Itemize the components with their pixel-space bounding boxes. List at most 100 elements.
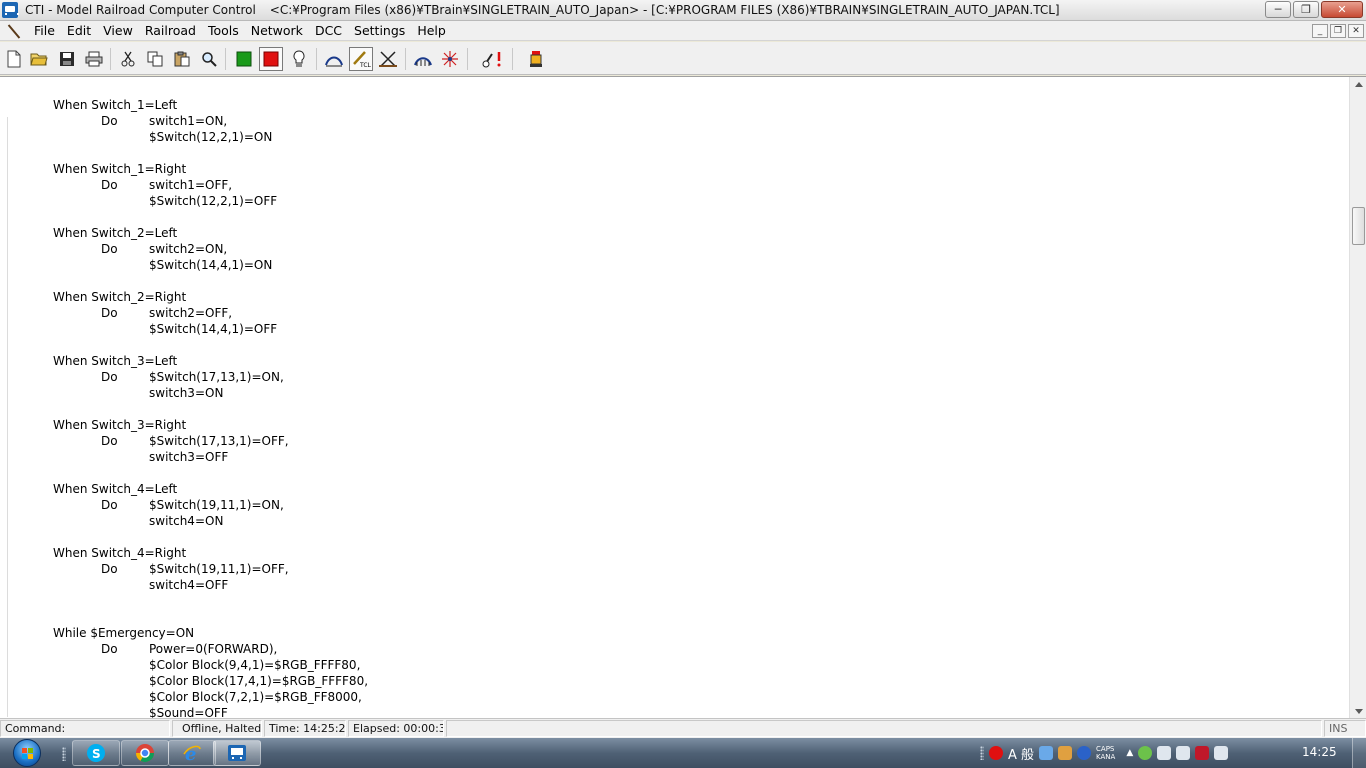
- toolbar-separator: [405, 48, 406, 70]
- switch-alert-icon[interactable]: [480, 47, 504, 71]
- mdi-restore-button[interactable]: ❐: [1330, 24, 1346, 38]
- code-line: When Switch_4=Left: [53, 481, 1333, 497]
- code-line: Do switch1=OFF,: [53, 177, 1333, 193]
- menu-bar: File Edit View Railroad Tools Network DC…: [0, 21, 1366, 41]
- title-bar: CTI - Model Railroad Computer Control <C…: [0, 0, 1366, 21]
- code-line: When Switch_1=Left: [53, 97, 1333, 113]
- volume-muted-icon[interactable]: [1176, 746, 1191, 760]
- lamp-icon[interactable]: [524, 47, 548, 71]
- code-line: Do Power=0(FORWARD),: [53, 641, 1333, 657]
- vertical-scrollbar[interactable]: [1349, 77, 1366, 718]
- menu-edit[interactable]: Edit: [61, 23, 97, 38]
- toolbar-separator: [225, 48, 226, 70]
- show-desktop-button[interactable]: [1352, 738, 1366, 768]
- help-icon[interactable]: [1077, 746, 1092, 760]
- taskbar-chrome[interactable]: [121, 740, 169, 766]
- track-icon[interactable]: [322, 47, 346, 71]
- menu-view[interactable]: View: [97, 23, 139, 38]
- scroll-down-icon[interactable]: [1355, 709, 1363, 714]
- shield-icon[interactable]: [1195, 746, 1210, 760]
- status-empty-pane: [446, 720, 1322, 737]
- code-line: Do $Switch(19,11,1)=ON,: [53, 497, 1333, 513]
- menu-tools[interactable]: Tools: [202, 23, 245, 38]
- code-statement: When Switch_2=Left: [53, 226, 178, 240]
- print-icon[interactable]: [82, 47, 106, 71]
- open-folder-icon[interactable]: [27, 47, 51, 71]
- stop-red-icon[interactable]: [259, 47, 283, 71]
- save-icon[interactable]: [55, 47, 79, 71]
- taskbar-clock[interactable]: 14:25: [1302, 745, 1337, 759]
- paste-icon[interactable]: [170, 47, 194, 71]
- spark-icon[interactable]: [438, 47, 462, 71]
- code-action: switch3=OFF: [149, 450, 229, 464]
- usb-device-icon[interactable]: [1214, 746, 1229, 760]
- menu-network[interactable]: Network: [245, 23, 309, 38]
- code-statement: When Switch_3=Right: [53, 418, 187, 432]
- find-icon[interactable]: [197, 47, 221, 71]
- train-app-icon[interactable]: [2, 2, 19, 18]
- menu-settings[interactable]: Settings: [348, 23, 411, 38]
- lightbulb-icon[interactable]: [287, 47, 311, 71]
- ime-indicator[interactable]: A 般: [1008, 744, 1034, 763]
- code-action: $Switch(14,4,1)=OFF: [149, 322, 278, 336]
- copy-icon[interactable]: [143, 47, 167, 71]
- ime-box-icon[interactable]: [1058, 746, 1073, 760]
- document-path: <C:¥Program Files (x86)¥TBrain¥SINGLETRA…: [269, 3, 1060, 17]
- code-line: $Switch(12,2,1)=OFF: [53, 193, 1333, 209]
- scroll-up-icon[interactable]: [1355, 82, 1363, 87]
- alert-icon[interactable]: [989, 746, 1003, 760]
- menu-railroad[interactable]: Railroad: [139, 23, 202, 38]
- do-keyword: Do: [101, 178, 118, 192]
- taskbar: S e A 般 CAPS KANA ▲ 14:25: [0, 738, 1366, 768]
- system-tray: A 般 CAPS KANA ▲: [980, 738, 1229, 768]
- maximize-button[interactable]: ❐: [1293, 1, 1319, 18]
- script-editor[interactable]: When Switch_1=Left Do switch1=ON, $Switch(1…: [0, 76, 1366, 718]
- run-green-icon[interactable]: [232, 47, 256, 71]
- taskbar-ie[interactable]: e: [168, 740, 216, 766]
- menu-file[interactable]: File: [28, 23, 61, 38]
- code-line: $Color Block(17,4,1)=$RGB_FFFF80,: [53, 673, 1333, 689]
- code-action: switch3=ON: [149, 386, 224, 400]
- railroad-crossing-icon[interactable]: [376, 47, 400, 71]
- toolbar-separator: [512, 48, 513, 70]
- cti-train-icon: [228, 745, 246, 761]
- tcl-editor-icon[interactable]: TCL: [349, 47, 373, 71]
- code-line: When Switch_2=Right: [53, 289, 1333, 305]
- taskbar-skype[interactable]: S: [72, 740, 120, 766]
- kana-indicator: KANA: [1096, 753, 1116, 761]
- do-keyword: Do: [101, 498, 118, 512]
- code-action: $Color Block(7,2,1)=$RGB_FF8000,: [149, 690, 362, 704]
- code-line: Do $Switch(19,11,1)=OFF,: [53, 561, 1333, 577]
- minimize-button[interactable]: ─: [1265, 1, 1291, 18]
- status-mode: INS: [1324, 720, 1366, 737]
- close-button[interactable]: ✕: [1321, 1, 1363, 18]
- code-action: $Color Block(17,4,1)=$RGB_FFFF80,: [149, 674, 369, 688]
- new-file-icon[interactable]: [2, 47, 26, 71]
- code-line: $Switch(14,4,1)=ON: [53, 257, 1333, 273]
- caps-indicator: CAPS: [1096, 745, 1115, 753]
- signal-icon[interactable]: [411, 47, 435, 71]
- ie-icon: e: [183, 744, 201, 763]
- cut-icon[interactable]: [116, 47, 140, 71]
- mdi-close-button[interactable]: ✕: [1348, 24, 1364, 38]
- start-button[interactable]: [7, 738, 47, 768]
- code-line: switch4=ON: [53, 513, 1333, 529]
- network-icon[interactable]: [1157, 746, 1172, 760]
- document-pen-icon[interactable]: [6, 23, 22, 39]
- ime-tool-icon[interactable]: [1039, 746, 1054, 760]
- code-area[interactable]: When Switch_1=Left Do switch1=ON, $Switch(1…: [53, 97, 1333, 718]
- code-action: switch4=ON: [149, 514, 224, 528]
- menu-dcc[interactable]: DCC: [309, 23, 348, 38]
- code-statement: When Switch_2=Right: [53, 290, 187, 304]
- code-action: $Switch(19,11,1)=OFF,: [149, 562, 289, 576]
- security-icon[interactable]: [1138, 746, 1153, 760]
- tray-expand-icon[interactable]: ▲: [1126, 748, 1133, 758]
- mdi-minimize-button[interactable]: _: [1312, 24, 1328, 38]
- menu-help[interactable]: Help: [411, 23, 452, 38]
- code-action: switch2=OFF,: [149, 306, 233, 320]
- taskbar-cti[interactable]: [213, 740, 261, 766]
- scroll-thumb[interactable]: [1352, 207, 1365, 245]
